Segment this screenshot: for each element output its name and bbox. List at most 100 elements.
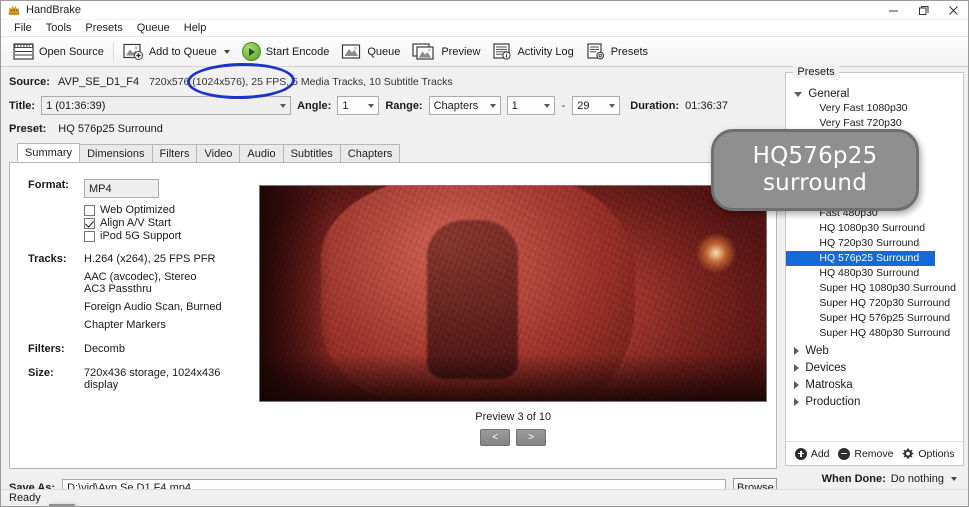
format-row: Format: MP4: [28, 179, 250, 198]
preset-group-general[interactable]: General: [786, 87, 963, 101]
preview-caption: Preview 3 of 10: [475, 411, 552, 423]
presets-legend: Presets: [793, 66, 839, 78]
queue-button[interactable]: Queue: [335, 39, 406, 65]
angle-select[interactable]: 1: [337, 96, 380, 115]
chevron-down-icon[interactable]: [951, 477, 957, 481]
size-row: Size: 720x436 storage, 1024x436 display: [28, 367, 250, 391]
preview-prev-button[interactable]: <: [480, 429, 511, 446]
filters-row: Filters: Decomb: [28, 343, 250, 355]
align-av-start-label: Align A/V Start: [100, 217, 171, 229]
preset-group-matroska[interactable]: Matroska: [786, 378, 963, 392]
preset-group-label: General: [808, 88, 850, 100]
preset-item[interactable]: Super HQ 576p25 Surround: [786, 311, 963, 326]
triangle-collapsed-icon: [794, 398, 800, 406]
preview-flare: [695, 233, 736, 274]
menu-item-file[interactable]: File: [7, 21, 39, 35]
add-to-queue-button[interactable]: Add to Queue: [117, 39, 236, 65]
preset-add-button[interactable]: Add: [794, 447, 830, 460]
tab-chapters[interactable]: Chapters: [339, 144, 401, 162]
start-encode-label: Start Encode: [265, 45, 330, 58]
when-done-label: When Done:: [821, 473, 886, 485]
menu-item-presets[interactable]: Presets: [78, 21, 129, 35]
minus-circle-icon: [838, 447, 851, 460]
range-type-value: Chapters: [433, 99, 479, 112]
align-av-start-checkbox[interactable]: Align A/V Start: [84, 217, 250, 229]
window-controls: [878, 1, 968, 20]
preset-group-label: Production: [805, 396, 861, 408]
presets-button[interactable]: Presets: [580, 39, 654, 65]
preset-item[interactable]: Super HQ 720p30 Surround: [786, 296, 963, 311]
chevron-down-icon: [368, 103, 375, 108]
tab-video[interactable]: Video: [196, 144, 241, 162]
title-select-value: 1 (01:36:39): [46, 99, 106, 112]
preset-item[interactable]: Super HQ 480p30 Surround: [786, 326, 963, 341]
format-select[interactable]: MP4: [84, 179, 159, 198]
toolbar-separator: [112, 41, 114, 62]
ipod-5g-support-label: iPod 5G Support: [100, 230, 182, 242]
chevron-down-icon: [280, 103, 287, 108]
ipod-5g-support-checkbox[interactable]: iPod 5G Support: [84, 230, 250, 242]
preset-options-button[interactable]: Options: [902, 447, 955, 460]
title-row: Title: 1 (01:36:39) Angle: 1 Range: Chap…: [9, 96, 777, 115]
preset-group-devices[interactable]: Devices: [786, 361, 963, 375]
preview-button[interactable]: Preview: [406, 39, 486, 65]
title-select[interactable]: 1 (01:36:39): [41, 96, 292, 115]
minimize-button[interactable]: [878, 1, 908, 20]
range-type-select[interactable]: Chapters: [428, 96, 501, 115]
preset-item[interactable]: HQ 480p30 Surround: [786, 266, 963, 281]
range-end-value: 29: [577, 99, 590, 112]
range-end-select[interactable]: 29: [572, 96, 621, 115]
chevron-down-icon: [543, 103, 550, 108]
angle-label: Angle:: [297, 99, 332, 112]
angle-select-value: 1: [342, 99, 349, 112]
preset-group-web[interactable]: Web: [786, 344, 963, 358]
preview-icon: [412, 43, 434, 60]
chevron-down-icon[interactable]: [223, 49, 230, 54]
tab-dimensions[interactable]: Dimensions: [79, 144, 153, 162]
close-icon: [948, 6, 958, 15]
web-optimized-label: Web Optimized: [100, 204, 175, 216]
preset-item-selected[interactable]: HQ 576p25 Surround: [786, 251, 935, 266]
preset-options-label: Options: [918, 447, 955, 460]
tab-filters[interactable]: Filters: [151, 144, 198, 162]
activity-log-button[interactable]: Activity Log: [486, 39, 579, 65]
current-preset-row: Preset: HQ 576p25 Surround: [9, 123, 777, 135]
format-value: MP4: [89, 182, 112, 195]
preset-item[interactable]: HQ 1080p30 Surround: [786, 221, 963, 236]
checkbox-checked-icon: [84, 217, 95, 229]
tracks-label: Tracks:: [28, 253, 67, 265]
preset-remove-button[interactable]: Remove: [838, 447, 893, 460]
filters-label: Filters:: [28, 343, 65, 355]
tracks-row: Tracks: H.264 (x264), 25 FPS PFR AAC (av…: [28, 253, 250, 331]
menu-item-tools[interactable]: Tools: [39, 21, 79, 35]
presets-icon: [587, 43, 604, 60]
web-optimized-checkbox[interactable]: Web Optimized: [84, 204, 250, 216]
range-dash: -: [561, 99, 566, 112]
tab-audio[interactable]: Audio: [239, 144, 284, 162]
preset-item[interactable]: Super HQ 1080p30 Surround: [786, 281, 963, 296]
preset-item[interactable]: HQ 720p30 Surround: [786, 236, 963, 251]
chevron-down-icon: [609, 103, 616, 108]
preview-next-button[interactable]: >: [516, 429, 547, 446]
range-start-select[interactable]: 1: [506, 96, 555, 115]
summary-tab-panel: Format: MP4 Web Optimized Align A/V Star: [9, 163, 778, 469]
start-encode-button[interactable]: Start Encode: [236, 39, 336, 65]
menu-item-help[interactable]: Help: [177, 21, 214, 35]
preset-group-label: Web: [805, 345, 829, 357]
open-source-label: Open Source: [39, 45, 104, 58]
activity-log-icon: [493, 43, 512, 60]
preset-value: HQ 576p25 Surround: [58, 123, 163, 135]
when-done-value[interactable]: Do nothing: [891, 473, 944, 485]
preview-vignette-bottom: [260, 353, 767, 401]
close-button[interactable]: [938, 1, 968, 20]
maximize-button[interactable]: [908, 1, 938, 20]
checkbox-icon: [84, 204, 95, 216]
tab-summary[interactable]: Summary: [17, 143, 81, 162]
preset-item[interactable]: Very Fast 1080p30: [786, 101, 963, 116]
preset-group-production[interactable]: Production: [786, 395, 963, 409]
callout-line-2: surround: [763, 170, 867, 196]
status-text: Ready: [9, 492, 41, 504]
open-source-button[interactable]: Open Source: [7, 39, 110, 65]
menu-item-queue[interactable]: Queue: [130, 21, 177, 35]
tab-subtitles[interactable]: Subtitles: [282, 144, 341, 162]
